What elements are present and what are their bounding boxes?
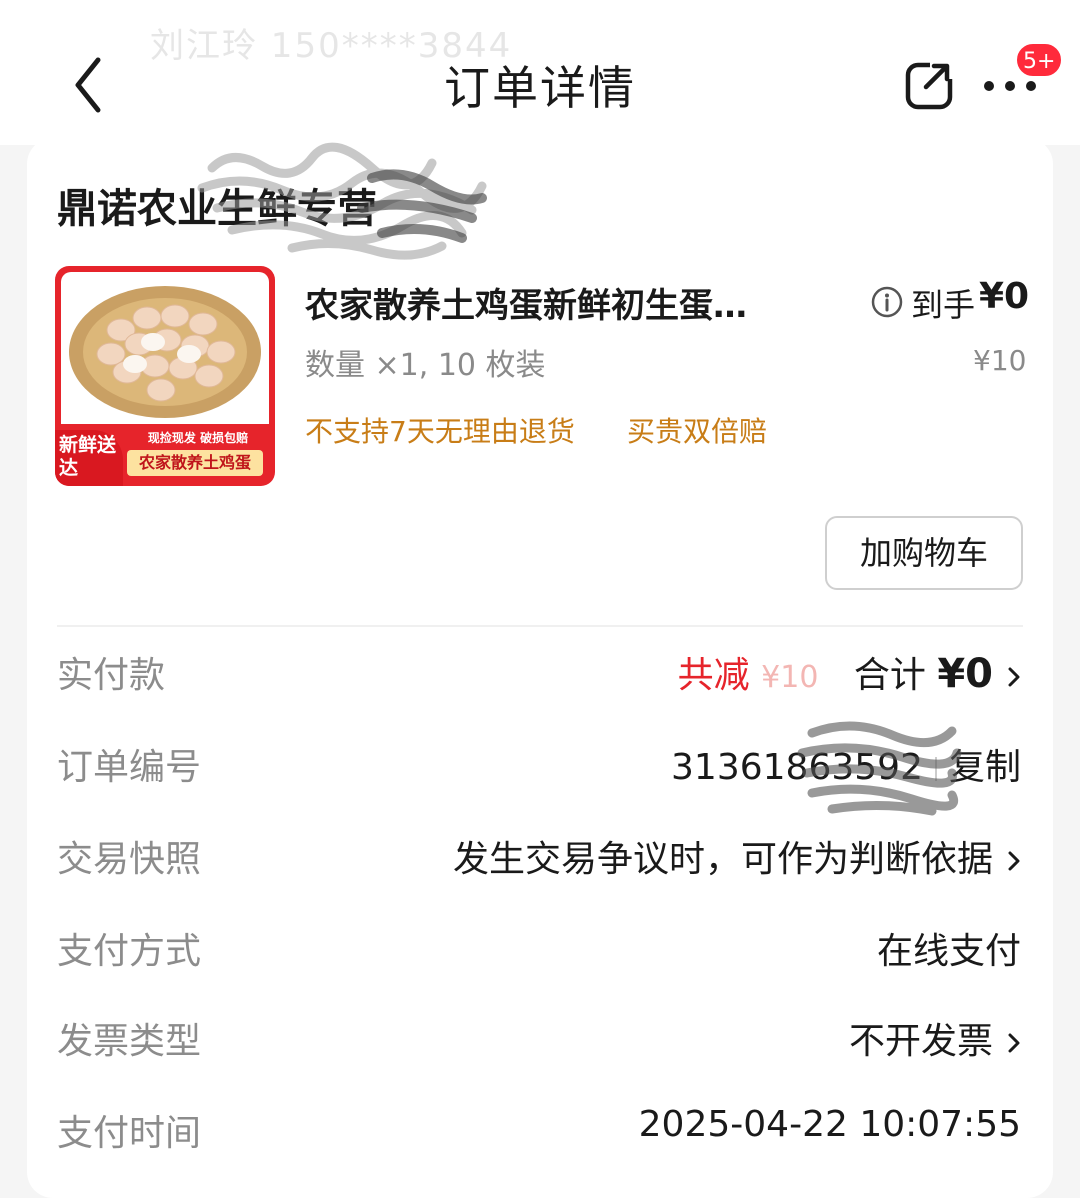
image-strip-label: 农家散养土鸡蛋 xyxy=(127,450,263,476)
redaction-scribble xyxy=(797,721,962,816)
pay-time-value: 2025-04-22 10:07:55 xyxy=(638,1104,1021,1145)
pay-method-value: 在线支付 xyxy=(876,931,1021,972)
no-return-tag: 不支持7天无理由退货 xyxy=(305,415,575,448)
payment-label: 实付款 xyxy=(57,655,166,696)
order-card: 鼎诺农业生鲜专营 现捡现发 破损包赔 农家散养土鸡蛋 新鲜送达 农家散养土鸡蛋新… xyxy=(27,138,1053,1198)
top-nav-bar: 刘江玲 150****3844 订单详情 5+ xyxy=(0,0,1080,145)
total-label: 合计 xyxy=(853,655,926,696)
final-price-label: 到手 xyxy=(911,286,976,324)
notification-badge: 5+ xyxy=(1015,42,1064,78)
chevron-right-icon xyxy=(1008,851,1020,871)
payment-row[interactable]: 实付款 共减 ¥10 合计 ¥0 xyxy=(27,634,1053,714)
invoice-label: 发票类型 xyxy=(57,1021,202,1062)
quantity-spec: 数量 ×1, 10 枚装 xyxy=(305,348,546,383)
add-to-cart-button[interactable]: 加购物车 xyxy=(825,516,1023,590)
egg-basket-illustration xyxy=(69,286,261,418)
snapshot-label: 交易快照 xyxy=(57,839,202,880)
divider xyxy=(57,625,1023,627)
total-amount: ¥0 xyxy=(937,651,993,697)
reduced-amount: ¥10 xyxy=(761,660,819,695)
redaction-scribble xyxy=(197,142,487,260)
original-price: ¥10 xyxy=(973,344,1027,377)
chevron-right-icon xyxy=(1008,1033,1020,1053)
invoice-value: 不开发票 xyxy=(848,1021,993,1062)
price-guarantee-tag: 买贵双倍赔 xyxy=(627,415,768,448)
pay-method-row: 支付方式 在线支付 xyxy=(27,910,1053,990)
chevron-right-icon xyxy=(1008,667,1020,687)
share-button[interactable] xyxy=(900,55,960,115)
order-number-label: 订单编号 xyxy=(57,747,202,788)
fresh-delivery-badge: 新鲜送达 xyxy=(55,430,123,486)
reduced-label: 共减 xyxy=(677,655,750,696)
pay-time-row: 支付时间 2025-04-22 10:07:55 xyxy=(27,1092,1053,1172)
snapshot-row[interactable]: 交易快照 发生交易争议时，可作为判断依据 xyxy=(27,818,1053,898)
pay-method-label: 支付方式 xyxy=(57,931,202,972)
pay-time-label: 支付时间 xyxy=(57,1113,202,1154)
snapshot-value: 发生交易争议时，可作为判断依据 xyxy=(452,839,993,880)
share-icon xyxy=(905,59,954,110)
product-image[interactable]: 现捡现发 破损包赔 农家散养土鸡蛋 新鲜送达 xyxy=(55,266,275,486)
invoice-row[interactable]: 发票类型 不开发票 xyxy=(27,1000,1053,1080)
image-strip-top: 现捡现发 破损包赔 xyxy=(147,431,249,445)
info-icon[interactable] xyxy=(870,285,904,319)
product-title[interactable]: 农家散养土鸡蛋新鲜初生蛋… xyxy=(305,278,825,327)
final-price: ¥0 xyxy=(979,276,1030,317)
